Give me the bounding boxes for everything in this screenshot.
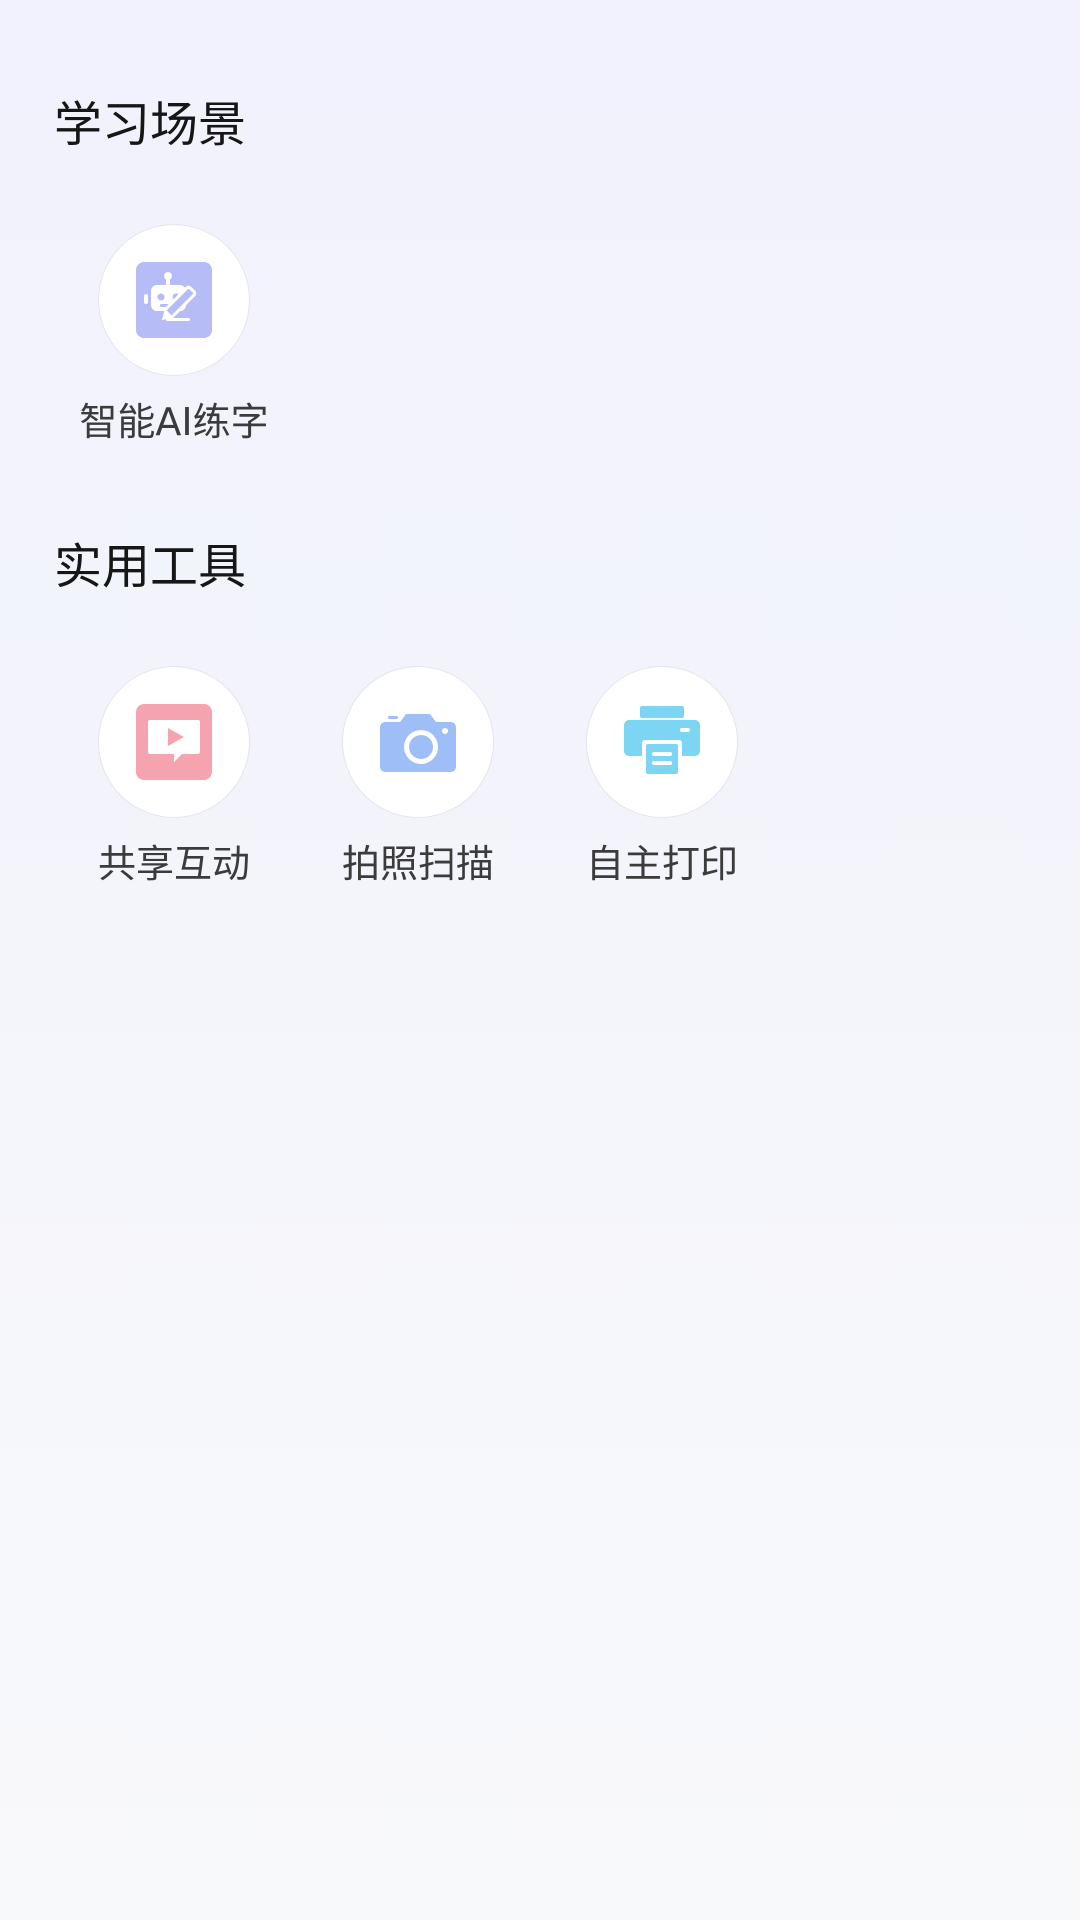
photo-scan-label: 拍照扫描 xyxy=(341,842,494,886)
share-interact-icon-circle[interactable] xyxy=(98,666,250,818)
ai-writing-icon-circle[interactable] xyxy=(98,224,250,376)
share-play-icon xyxy=(136,704,212,780)
self-print-tile[interactable]: 自主打印 xyxy=(539,666,785,906)
printer-icon xyxy=(624,706,700,778)
share-interact-label: 共享互动 xyxy=(97,842,250,886)
camera-icon xyxy=(380,714,456,772)
tools-section-title: 实用工具 xyxy=(54,539,247,595)
learning-section-title: 学习场景 xyxy=(54,97,247,153)
share-interact-tile[interactable]: 共享互动 xyxy=(51,666,297,906)
photo-scan-tile[interactable]: 拍照扫描 xyxy=(295,666,541,906)
ai-writing-tile[interactable]: 智能AI练字 xyxy=(51,224,297,464)
robot-pen-icon xyxy=(136,262,212,338)
photo-scan-icon-circle[interactable] xyxy=(342,666,494,818)
self-print-label: 自主打印 xyxy=(585,842,738,886)
ai-writing-label: 智能AI练字 xyxy=(79,400,269,444)
self-print-icon-circle[interactable] xyxy=(586,666,738,818)
